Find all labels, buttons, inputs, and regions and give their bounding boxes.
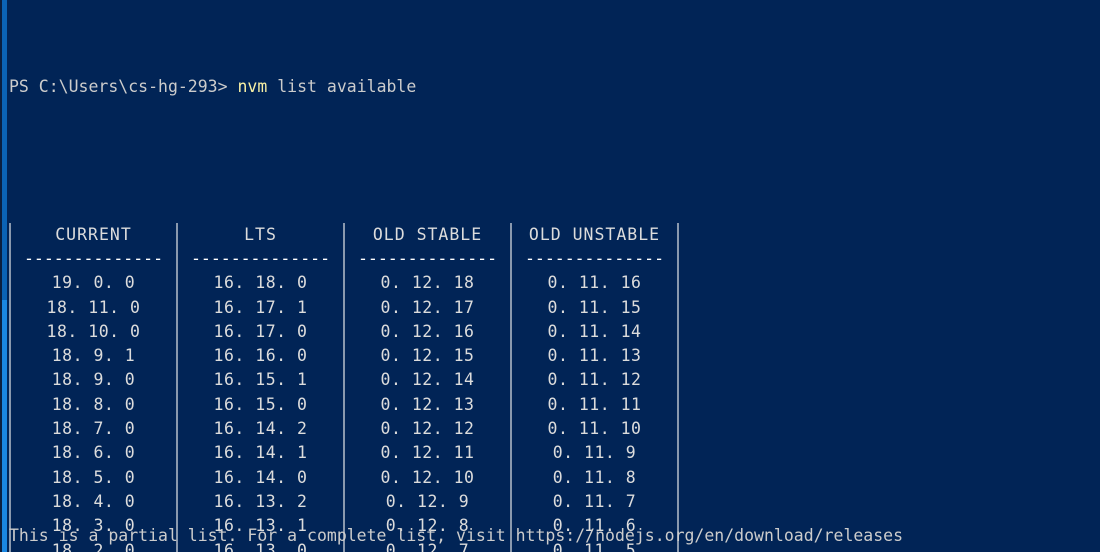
table-row: 18. 4. 0 16. 13. 2 0. 12. 9 0. 11. 7	[9, 489, 679, 515]
nvm-versions-table-wrapper: CURRENT LTS OLD STABLE OLD UNSTABLE ----…	[9, 174, 679, 552]
version-cell-old-stable: 0. 12. 13	[380, 394, 475, 414]
version-cell-old-unstable: 0. 11. 11	[547, 394, 642, 414]
nvm-versions-table: CURRENT LTS OLD STABLE OLD UNSTABLE ----…	[9, 222, 679, 552]
command-name: nvm	[237, 76, 268, 96]
version-cell-old-stable: 0. 12. 17	[380, 297, 475, 317]
version-cell-current: 18. 10. 0	[46, 321, 141, 341]
column-header-current: CURRENT	[55, 224, 132, 244]
column-header-old-stable: OLD STABLE	[372, 224, 483, 244]
version-cell-lts: 16. 13. 2	[213, 491, 308, 511]
separator-old-unstable: --------------	[524, 248, 665, 268]
version-cell-old-stable: 0. 12. 18	[380, 273, 475, 293]
next-prompt-line-clipped: PS C:\Users\cs-hg-293>	[9, 548, 228, 552]
table-border-right	[677, 222, 679, 247]
version-cell-lts: 16. 15. 1	[213, 370, 308, 390]
version-cell-lts: 16. 14. 0	[213, 467, 308, 487]
version-cell-lts: 16. 14. 2	[213, 419, 308, 439]
table-row: 18. 11. 0 16. 17. 1 0. 12. 17 0. 11. 15	[9, 295, 679, 320]
version-cell-old-stable: 0. 12. 10	[380, 467, 475, 487]
table-row: 18. 5. 0 16. 14. 0 0. 12. 10 0. 11. 8	[9, 465, 679, 490]
version-cell-lts: 16. 18. 0	[213, 273, 308, 293]
table-body: 19. 0. 0 16. 18. 0 0. 12. 18 0. 11. 16 18. 1…	[9, 271, 679, 552]
version-cell-current: 18. 6. 0	[51, 443, 136, 463]
version-cell-old-stable: 0. 12. 16	[380, 321, 475, 341]
separator-current: --------------	[23, 248, 164, 268]
column-header-old-unstable: OLD UNSTABLE	[528, 224, 661, 244]
separator-old-stable: --------------	[357, 248, 498, 268]
version-cell-old-unstable: 0. 11. 13	[547, 346, 642, 366]
table-row: 19. 0. 0 16. 18. 0 0. 12. 18 0. 11. 16	[9, 271, 679, 296]
table-row: 18. 10. 0 16. 17. 0 0. 12. 16 0. 11. 14	[9, 319, 679, 345]
version-cell-old-stable: 0. 12. 9	[385, 491, 470, 511]
table-border-right	[677, 368, 679, 393]
table-border-right	[677, 441, 679, 466]
table-border-right	[677, 417, 679, 442]
version-cell-lts: 16. 14. 1	[213, 443, 308, 463]
terminal-scrollbar-thumb[interactable]	[2, 300, 7, 552]
prompt-prefix: PS C:\Users\cs-hg-293>	[9, 76, 238, 96]
version-cell-current: 18. 11. 0	[46, 297, 141, 317]
table-row: 18. 9. 1 16. 16. 0 0. 12. 15 0. 11. 13	[9, 344, 679, 369]
version-cell-current: 19. 0. 0	[51, 273, 136, 293]
table-border-right	[677, 295, 679, 320]
version-cell-lts: 16. 15. 0	[213, 394, 308, 414]
version-cell-old-unstable: 0. 11. 15	[547, 297, 642, 317]
version-cell-old-unstable: 0. 11. 10	[547, 419, 642, 439]
version-cell-old-stable: 0. 12. 15	[380, 346, 475, 366]
version-cell-old-unstable: 0. 11. 9	[552, 443, 637, 463]
version-cell-current: 18. 8. 0	[51, 394, 136, 414]
separator-lts: --------------	[190, 248, 331, 268]
table-border-right	[677, 271, 679, 296]
version-cell-lts: 16. 17. 1	[213, 297, 308, 317]
table-border-right	[677, 465, 679, 490]
version-cell-old-unstable: 0. 11. 8	[552, 467, 637, 487]
version-cell-old-unstable: 0. 11. 14	[547, 321, 642, 341]
version-cell-old-stable: 0. 12. 11	[380, 443, 475, 463]
table-border-right	[677, 344, 679, 369]
version-cell-current: 18. 4. 0	[51, 491, 136, 511]
version-cell-old-unstable: 0. 11. 7	[552, 491, 637, 511]
powershell-terminal[interactable]: PS C:\Users\cs-hg-293> nvm list availabl…	[0, 0, 1100, 552]
version-cell-old-unstable: 0. 11. 12	[547, 370, 642, 390]
version-cell-current: 18. 7. 0	[51, 419, 136, 439]
version-cell-old-unstable: 0. 11. 16	[547, 273, 642, 293]
version-cell-lts: 16. 16. 0	[213, 346, 308, 366]
table-border-right	[677, 489, 679, 515]
version-cell-current: 18. 9. 0	[51, 370, 136, 390]
table-border-right	[677, 246, 679, 272]
table-row: 18. 6. 0 16. 14. 1 0. 12. 11 0. 11. 9	[9, 441, 679, 466]
terminal-output: PS C:\Users\cs-hg-293> nvm list availabl…	[9, 0, 1094, 552]
version-cell-old-stable: 0. 12. 14	[380, 370, 475, 390]
column-header-lts: LTS	[244, 224, 277, 244]
table-border-right	[677, 392, 679, 418]
table-row: 18. 9. 0 16. 15. 1 0. 12. 14 0. 11. 12	[9, 368, 679, 393]
table-header: CURRENT LTS OLD STABLE OLD UNSTABLE ----…	[9, 222, 679, 272]
version-cell-old-stable: 0. 12. 12	[380, 419, 475, 439]
table-separator-row: -------------- -------------- ----------…	[9, 246, 679, 272]
version-cell-lts: 16. 17. 0	[213, 321, 308, 341]
table-border-right	[677, 319, 679, 345]
command-arguments: list available	[267, 76, 417, 96]
table-row: 18. 8. 0 16. 15. 0 0. 12. 13 0. 11. 11	[9, 392, 679, 418]
prompt-line: PS C:\Users\cs-hg-293> nvm list availabl…	[9, 73, 1094, 99]
table-row: 18. 7. 0 16. 14. 2 0. 12. 12 0. 11. 10	[9, 417, 679, 442]
version-cell-current: 18. 5. 0	[51, 467, 136, 487]
version-cell-current: 18. 9. 1	[51, 346, 136, 366]
footer-message: This is a partial list. For a complete l…	[9, 526, 904, 545]
table-header-row: CURRENT LTS OLD STABLE OLD UNSTABLE	[9, 222, 679, 247]
